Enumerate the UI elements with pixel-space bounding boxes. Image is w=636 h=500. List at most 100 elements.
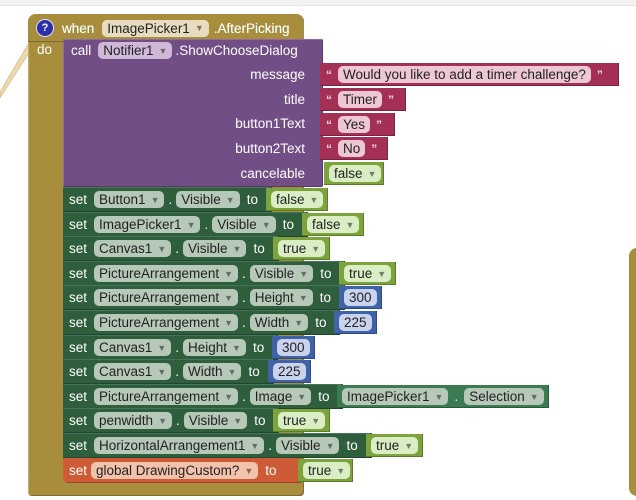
component-dropdown[interactable]: PictureArrangement ▼ [94, 289, 238, 306]
property-dropdown[interactable]: Height ▼ [183, 339, 246, 356]
set-statement-block[interactable]: set ImagePicker1 ▼. Visible ▼ to [63, 212, 308, 237]
to-label: to [320, 266, 332, 281]
chevron-down-icon: ▼ [232, 342, 241, 353]
boolean-dropdown[interactable]: true ▼ [278, 240, 326, 257]
getter-property-dropdown[interactable]: Selection ▼ [464, 388, 544, 405]
component-dropdown[interactable]: HorizontalArrangement1 ▼ [94, 437, 265, 454]
button1-text-field[interactable]: Yes [338, 116, 371, 133]
boolean-value-block[interactable]: true ▼ [273, 237, 331, 260]
text-block-button2[interactable]: “ No ” [320, 137, 388, 160]
getter-property-name: Selection [469, 389, 525, 404]
set-statement-block[interactable]: set PictureArrangement ▼. Height ▼ to [63, 285, 345, 310]
to-label: to [315, 315, 327, 330]
set-global-drawingcustom-block[interactable]: set global DrawingCustom? ▼ to [63, 458, 301, 483]
boolean-value-block[interactable]: false ▼ [302, 213, 365, 236]
chevron-down-icon: ▼ [150, 194, 160, 205]
component-name: Canvas1 [99, 340, 153, 355]
boolean-dropdown[interactable]: true ▼ [344, 265, 392, 282]
boolean-value-block[interactable]: true ▼ [273, 409, 331, 432]
help-icon[interactable]: ? [36, 19, 54, 37]
getter-component-dropdown[interactable]: ImagePicker1 ▼ [342, 388, 449, 405]
event-component-dropdown[interactable]: ImagePicker1 ▼ [102, 19, 209, 37]
property-dropdown[interactable]: Image ▼ [249, 388, 312, 405]
number-field[interactable]: 225 [339, 314, 372, 331]
boolean-block-cancelable[interactable]: false ▼ [324, 162, 384, 185]
global-value-dropdown[interactable]: true ▼ [303, 462, 351, 479]
notifier-component-dropdown[interactable]: Notifier1 ▼ [98, 42, 173, 59]
boolean-value-block[interactable]: false ▼ [266, 188, 329, 211]
boolean-dropdown[interactable]: false ▼ [307, 216, 360, 233]
text-block-button1[interactable]: “ Yes ” [320, 113, 395, 136]
dot-label: . [175, 364, 179, 379]
boolean-value-block[interactable]: true ▼ [366, 434, 424, 457]
property-name: Visible [254, 266, 295, 281]
boolean-dropdown[interactable]: false ▼ [271, 191, 324, 208]
boolean-dropdown[interactable]: true ▼ [278, 412, 326, 429]
arg-label-cancelable: cancelable [240, 166, 305, 181]
property-dropdown[interactable]: Visible ▼ [249, 265, 314, 282]
component-getter-block[interactable]: ImagePicker1 ▼. Selection ▼ [337, 385, 549, 408]
property-dropdown[interactable]: Width ▼ [249, 314, 309, 331]
component-dropdown[interactable]: Canvas1 ▼ [94, 339, 172, 356]
set-statement-block[interactable]: set penwidth ▼. Visible ▼ to [63, 408, 279, 433]
event-header-final: ? when ImagePicker1 ▼ .AfterPicking [36, 17, 290, 39]
boolean-block-global[interactable]: true ▼ [298, 459, 353, 482]
property-dropdown[interactable]: Visible ▼ [212, 216, 276, 233]
component-name: PictureArrangement [99, 290, 220, 305]
set-statement-block[interactable]: set PictureArrangement ▼. Visible ▼ to [63, 261, 345, 286]
property-dropdown[interactable]: Height ▼ [249, 289, 313, 306]
number-field[interactable]: 300 [344, 289, 377, 306]
chevron-down-icon: ▼ [298, 292, 308, 303]
set-statement-block[interactable]: set HorizontalArrangement1 ▼. Visible ▼ to [63, 433, 372, 458]
property-dropdown[interactable]: Visible ▼ [183, 240, 247, 257]
component-dropdown[interactable]: PictureArrangement ▼ [94, 388, 238, 405]
set-statement-block[interactable]: set Canvas1 ▼. Visible ▼ to [63, 236, 279, 261]
dot-label: . [175, 340, 179, 355]
number-value-block[interactable]: 300 [272, 336, 315, 359]
text-block-message[interactable]: “ Would you like to add a timer challeng… [320, 63, 619, 86]
number-value-block[interactable]: 225 [334, 311, 377, 334]
cancelable-dropdown[interactable]: false ▼ [329, 165, 382, 182]
open-quote-icon: “ [326, 92, 332, 107]
property-dropdown[interactable]: Visible ▼ [183, 412, 248, 429]
property-dropdown[interactable]: Width ▼ [183, 363, 242, 380]
number-value-block[interactable]: 225 [268, 360, 311, 383]
boolean-dropdown[interactable]: true ▼ [371, 437, 419, 454]
component-dropdown[interactable]: penwidth ▼ [94, 412, 172, 429]
set-statement-block[interactable]: set PictureArrangement ▼. Image ▼ to [63, 384, 343, 409]
global-variable-dropdown[interactable]: global DrawingCustom? ▼ [91, 462, 259, 479]
number-field[interactable]: 225 [273, 363, 306, 380]
chevron-down-icon: ▼ [224, 268, 233, 279]
event-component-name: ImagePicker1 [107, 20, 190, 36]
set-statement-block[interactable]: set PictureArrangement ▼. Width ▼ to [63, 310, 340, 335]
component-dropdown[interactable]: Button1 ▼ [94, 191, 165, 208]
set-statement-block[interactable]: set Canvas1 ▼. Width ▼ to [63, 359, 274, 384]
number-field[interactable]: 300 [277, 339, 310, 356]
message-text-field[interactable]: Would you like to add a timer challenge? [338, 66, 591, 83]
component-dropdown[interactable]: Canvas1 ▼ [94, 240, 172, 257]
chevron-down-icon: ▼ [232, 243, 242, 254]
boolean-value-block[interactable]: true ▼ [339, 262, 397, 285]
component-dropdown[interactable]: PictureArrangement ▼ [94, 265, 238, 282]
number-value-block[interactable]: 300 [339, 286, 382, 309]
notifier-showchoosedialog-block[interactable]: call Notifier1 ▼ .ShowChooseDialog messag… [63, 39, 323, 187]
text-block-title[interactable]: “ Timer ” [320, 88, 406, 111]
offscreen-event-block-edge[interactable] [629, 248, 636, 496]
component-name: PictureArrangement [99, 315, 220, 330]
component-dropdown[interactable]: PictureArrangement ▼ [94, 314, 238, 331]
property-dropdown[interactable]: Visible ▼ [276, 437, 340, 454]
component-dropdown[interactable]: ImagePicker1 ▼ [94, 216, 201, 233]
property-dropdown[interactable]: Visible ▼ [176, 191, 240, 208]
button2-text-field[interactable]: No [338, 140, 366, 157]
component-name: PictureArrangement [99, 389, 220, 404]
set-statement-block[interactable]: set Button1 ▼. Visible ▼ to [63, 187, 272, 212]
chevron-down-icon: ▼ [325, 440, 335, 451]
set-statement-block[interactable]: set Canvas1 ▼. Height ▼ to [63, 335, 278, 360]
component-dropdown[interactable]: Canvas1 ▼ [94, 363, 172, 380]
title-text-field[interactable]: Timer [338, 91, 382, 108]
boolean-value: true [376, 438, 400, 453]
global-value: true [308, 463, 332, 478]
to-label: to [318, 389, 330, 404]
dot-label: . [242, 389, 246, 404]
close-quote-icon: ” [376, 117, 383, 132]
